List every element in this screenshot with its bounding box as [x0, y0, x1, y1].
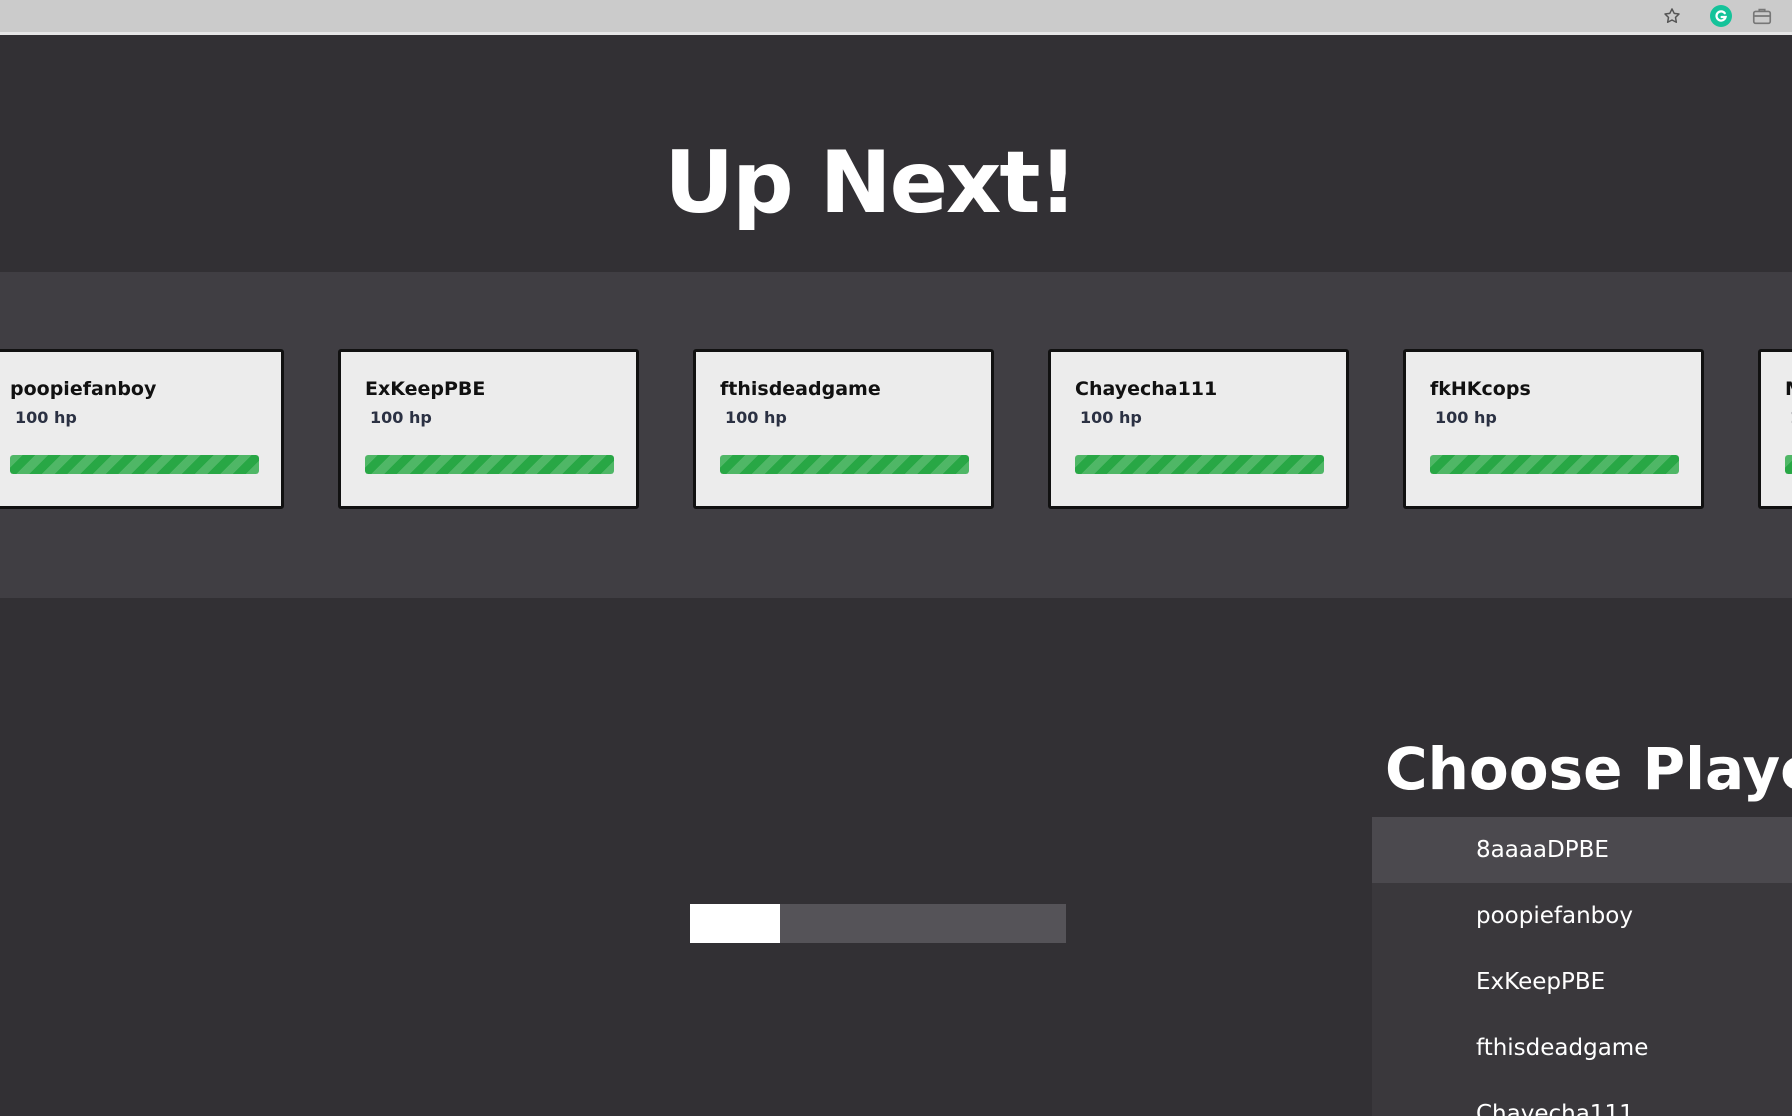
player-card-name: M	[1785, 378, 1792, 400]
hp-bar	[1075, 455, 1324, 474]
choose-player-heading: Choose Player	[1385, 735, 1792, 803]
star-icon[interactable]	[1658, 2, 1686, 30]
player-list-item[interactable]: Chayecha111	[1372, 1081, 1792, 1116]
hp-bar	[1430, 455, 1679, 474]
hp-bar-fill	[10, 455, 259, 474]
player-list-item[interactable]: fthisdeadgame	[1372, 1015, 1792, 1081]
app-root: Up Next! poopiefanboy 100 hp ExKeepPBE 100 …	[0, 0, 1792, 1116]
player-card-hp: 100 hp	[370, 408, 432, 427]
player-card-name: poopiefanboy	[10, 378, 157, 400]
hp-bar-fill	[1075, 455, 1324, 474]
progress-fill	[690, 904, 781, 943]
player-card-hp: 100 hp	[1435, 408, 1497, 427]
player-list-item[interactable]: 8aaaaDPBE	[1372, 817, 1792, 883]
hp-bar	[1785, 455, 1792, 474]
hp-bar-fill	[1430, 455, 1679, 474]
hp-bar-fill	[365, 455, 614, 474]
hp-bar	[365, 455, 614, 474]
player-list-item[interactable]: poopiefanboy	[1372, 883, 1792, 949]
player-card[interactable]: fthisdeadgame 100 hp	[693, 349, 994, 509]
player-card-hp: 100 hp	[1080, 408, 1142, 427]
hp-bar-fill	[1785, 455, 1792, 474]
page-title: Up Next!	[664, 133, 1077, 233]
progress-bar[interactable]	[690, 904, 1066, 943]
player-card[interactable]: fkHKcops 100 hp	[1403, 349, 1704, 509]
player-list-item[interactable]: ExKeepPBE	[1372, 949, 1792, 1015]
player-card[interactable]: poopiefanboy 100 hp	[0, 349, 284, 509]
player-card-hp: 100 hp	[15, 408, 77, 427]
hp-bar	[720, 455, 969, 474]
player-card-name: Chayecha111	[1075, 378, 1218, 400]
hp-bar-fill	[720, 455, 969, 474]
player-card[interactable]: Chayecha111 100 hp	[1048, 349, 1349, 509]
hp-bar	[10, 455, 259, 474]
player-card-name: fkHKcops	[1430, 378, 1531, 400]
player-card[interactable]: ExKeepPBE 100 hp	[338, 349, 639, 509]
player-card-name: ExKeepPBE	[365, 378, 486, 400]
player-list: 8aaaaDPBE poopiefanboy ExKeepPBE fthisdeadg…	[1372, 817, 1792, 1116]
briefcase-icon[interactable]	[1748, 2, 1776, 30]
up-next-queue: poopiefanboy 100 hp ExKeepPBE 100 hp fthisde…	[0, 272, 1792, 598]
player-card[interactable]: M1	[1758, 349, 1792, 509]
player-card-hp: 100 hp	[725, 408, 787, 427]
browser-toolbar	[0, 0, 1792, 35]
player-card-name: fthisdeadgame	[720, 378, 881, 400]
grammarly-icon[interactable]	[1707, 2, 1735, 30]
